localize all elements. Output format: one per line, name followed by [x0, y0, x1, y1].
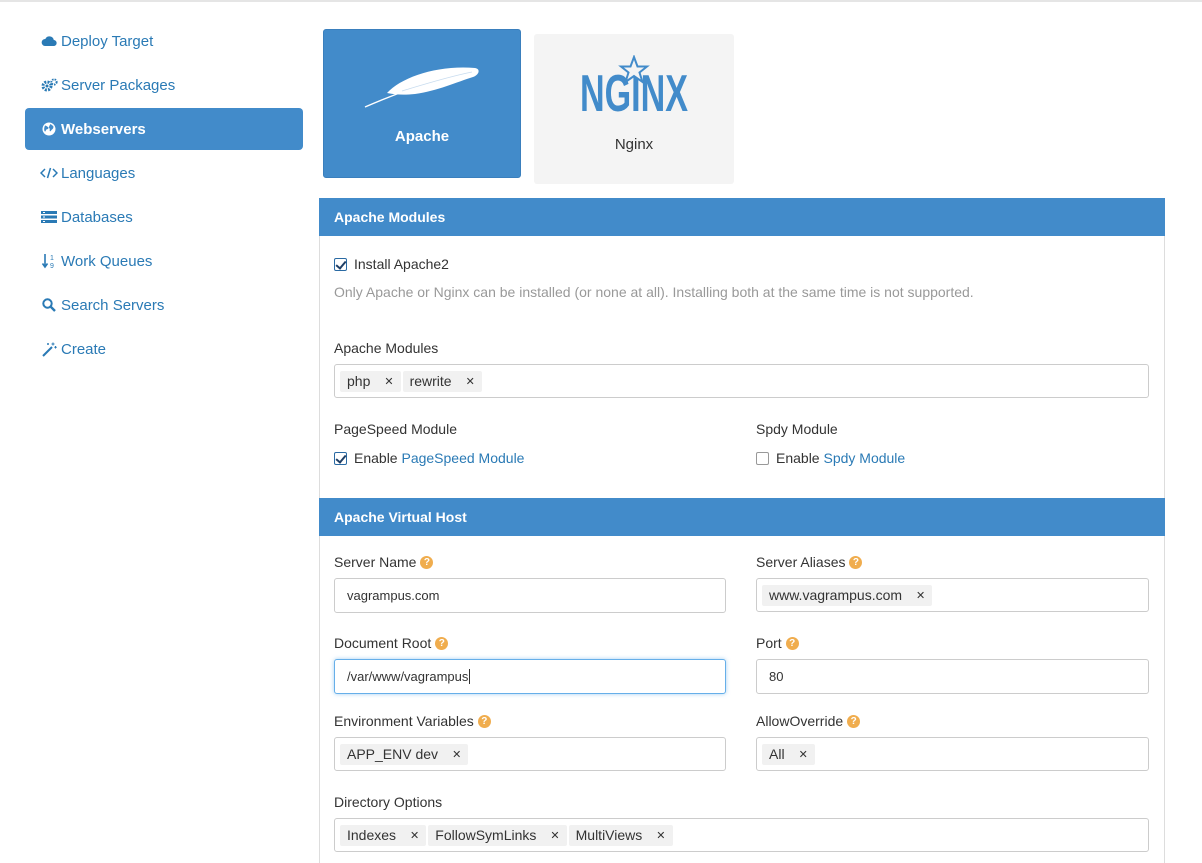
help-icon[interactable]: ?	[785, 636, 799, 650]
remove-tag-icon[interactable]: ✕	[410, 829, 419, 842]
apache-modules-heading: Apache Modules	[319, 198, 1165, 236]
nginx-logo: NGINX	[578, 50, 690, 130]
directory-option-tag: MultiViews ✕	[568, 824, 673, 846]
sidebar-item-label: Deploy Target	[61, 32, 154, 50]
port-label-text: Port	[756, 635, 782, 651]
enable-text: Enable	[776, 450, 820, 466]
env-vars-label: Environment Variables?	[334, 713, 491, 729]
help-icon[interactable]: ?	[435, 636, 449, 650]
port-label: Port?	[756, 635, 799, 651]
document-root-label-text: Document Root	[334, 635, 432, 651]
apache-modules-label: Apache Modules	[334, 340, 439, 356]
allow-override-input[interactable]: All ✕	[756, 737, 1149, 771]
sidebar-item-server-packages[interactable]: Server Packages	[25, 64, 303, 106]
directory-options-input[interactable]: Indexes ✕ FollowSymLinks ✕ MultiViews ✕	[334, 818, 1149, 852]
search-icon	[40, 297, 58, 313]
remove-tag-icon[interactable]: ✕	[452, 748, 461, 761]
pagespeed-link[interactable]: PageSpeed Module	[401, 450, 524, 466]
alias-tag: www.vagrampus.com ✕	[762, 584, 933, 606]
install-apache-label: Install Apache2	[354, 256, 449, 272]
spdy-link[interactable]: Spdy Module	[823, 450, 905, 466]
pagespeed-checkbox[interactable]: Enable PageSpeed Module	[334, 450, 524, 466]
env-vars-label-text: Environment Variables	[334, 713, 474, 729]
enable-text: Enable	[354, 450, 398, 466]
server-aliases-label: Server Aliases?	[756, 554, 863, 570]
sidebar-nav: Deploy Target Server Packages Webservers…	[25, 20, 303, 372]
spdy-checkbox[interactable]: Enable Spdy Module	[756, 450, 905, 466]
directory-option-tag: Indexes ✕	[340, 824, 427, 846]
allow-override-label-text: AllowOverride	[756, 713, 844, 729]
directory-option-tag: FollowSymLinks ✕	[428, 824, 567, 846]
nginx-label: Nginx	[614, 136, 654, 153]
module-tag: rewrite ✕	[402, 370, 482, 392]
directory-options-label: Directory Options	[334, 794, 443, 810]
sidebar-item-search-servers[interactable]: Search Servers	[25, 284, 303, 326]
sidebar-item-databases[interactable]: Databases	[25, 196, 303, 238]
apache-vhost-heading: Apache Virtual Host	[319, 498, 1165, 536]
apache-tile[interactable]: Apache	[323, 29, 521, 178]
sidebar-item-work-queues[interactable]: 19 Work Queues	[25, 240, 303, 282]
allow-override-tag: All ✕	[762, 743, 815, 765]
sidebar-item-webservers[interactable]: Webservers	[25, 108, 303, 150]
server-name-input[interactable]: vagrampus.com	[334, 578, 726, 613]
remove-tag-icon[interactable]: ✕	[656, 829, 665, 842]
sidebar-item-label: Create	[61, 340, 107, 358]
help-icon[interactable]: ?	[849, 555, 863, 569]
remove-tag-icon[interactable]: ✕	[916, 589, 925, 602]
checkbox-box[interactable]	[756, 451, 769, 465]
pagespeed-module-label: PageSpeed Module	[334, 421, 457, 437]
install-apache-checkbox[interactable]: Install Apache2	[334, 256, 449, 272]
env-vars-input[interactable]: APP_ENV dev ✕	[334, 737, 726, 771]
remove-tag-icon[interactable]: ✕	[466, 375, 475, 388]
sidebar-item-create[interactable]: Create	[25, 328, 303, 370]
apache-feather-icon	[357, 52, 487, 122]
sort-numeric-icon: 19	[40, 253, 58, 269]
sidebar-item-label: Languages	[61, 164, 136, 182]
apache-label: Apache	[394, 128, 450, 145]
port-input[interactable]: 80	[756, 659, 1149, 694]
sidebar-item-deploy-target[interactable]: Deploy Target	[25, 20, 303, 62]
cloud-icon	[40, 33, 58, 49]
document-root-value: /var/www/vagrampus	[347, 669, 469, 684]
module-tag: php ✕	[340, 370, 401, 392]
gears-icon	[40, 77, 58, 93]
magic-wand-icon	[40, 341, 58, 357]
server-aliases-input[interactable]: www.vagrampus.com ✕	[756, 578, 1149, 612]
sidebar-item-label: Work Queues	[61, 252, 153, 270]
help-icon[interactable]: ?	[477, 714, 491, 728]
apache-modules-input[interactable]: php ✕ rewrite ✕	[334, 364, 1149, 398]
sidebar-item-languages[interactable]: Languages	[25, 152, 303, 194]
svg-text:9: 9	[50, 263, 54, 269]
spdy-module-label: Spdy Module	[756, 421, 838, 437]
nginx-tile[interactable]: NGINX Nginx	[534, 34, 734, 184]
globe-icon	[40, 121, 58, 137]
svg-text:1: 1	[50, 255, 54, 262]
sidebar-item-label: Databases	[61, 208, 133, 226]
server-name-label: Server Name?	[334, 554, 434, 570]
text-cursor	[469, 669, 471, 684]
help-icon[interactable]: ?	[847, 714, 861, 728]
allow-override-label: AllowOverride?	[756, 713, 861, 729]
remove-tag-icon[interactable]: ✕	[799, 748, 808, 761]
top-border	[0, 0, 1202, 2]
checkbox-box[interactable]	[334, 451, 347, 465]
sidebar-item-label: Search Servers	[61, 296, 165, 314]
code-icon	[40, 165, 58, 181]
checkbox-box[interactable]	[334, 257, 347, 271]
help-icon[interactable]: ?	[420, 555, 434, 569]
env-var-tag: APP_ENV dev ✕	[340, 743, 469, 765]
server-name-label-text: Server Name	[334, 554, 417, 570]
remove-tag-icon[interactable]: ✕	[550, 829, 559, 842]
remove-tag-icon[interactable]: ✕	[384, 375, 393, 388]
install-help-text: Only Apache or Nginx can be installed (o…	[334, 284, 974, 300]
database-icon	[40, 209, 58, 225]
document-root-label: Document Root?	[334, 635, 449, 651]
sidebar-item-label: Server Packages	[61, 76, 176, 94]
document-root-input[interactable]: /var/www/vagrampus	[334, 659, 726, 694]
sidebar-item-label: Webservers	[61, 120, 146, 138]
server-aliases-label-text: Server Aliases	[756, 554, 846, 570]
